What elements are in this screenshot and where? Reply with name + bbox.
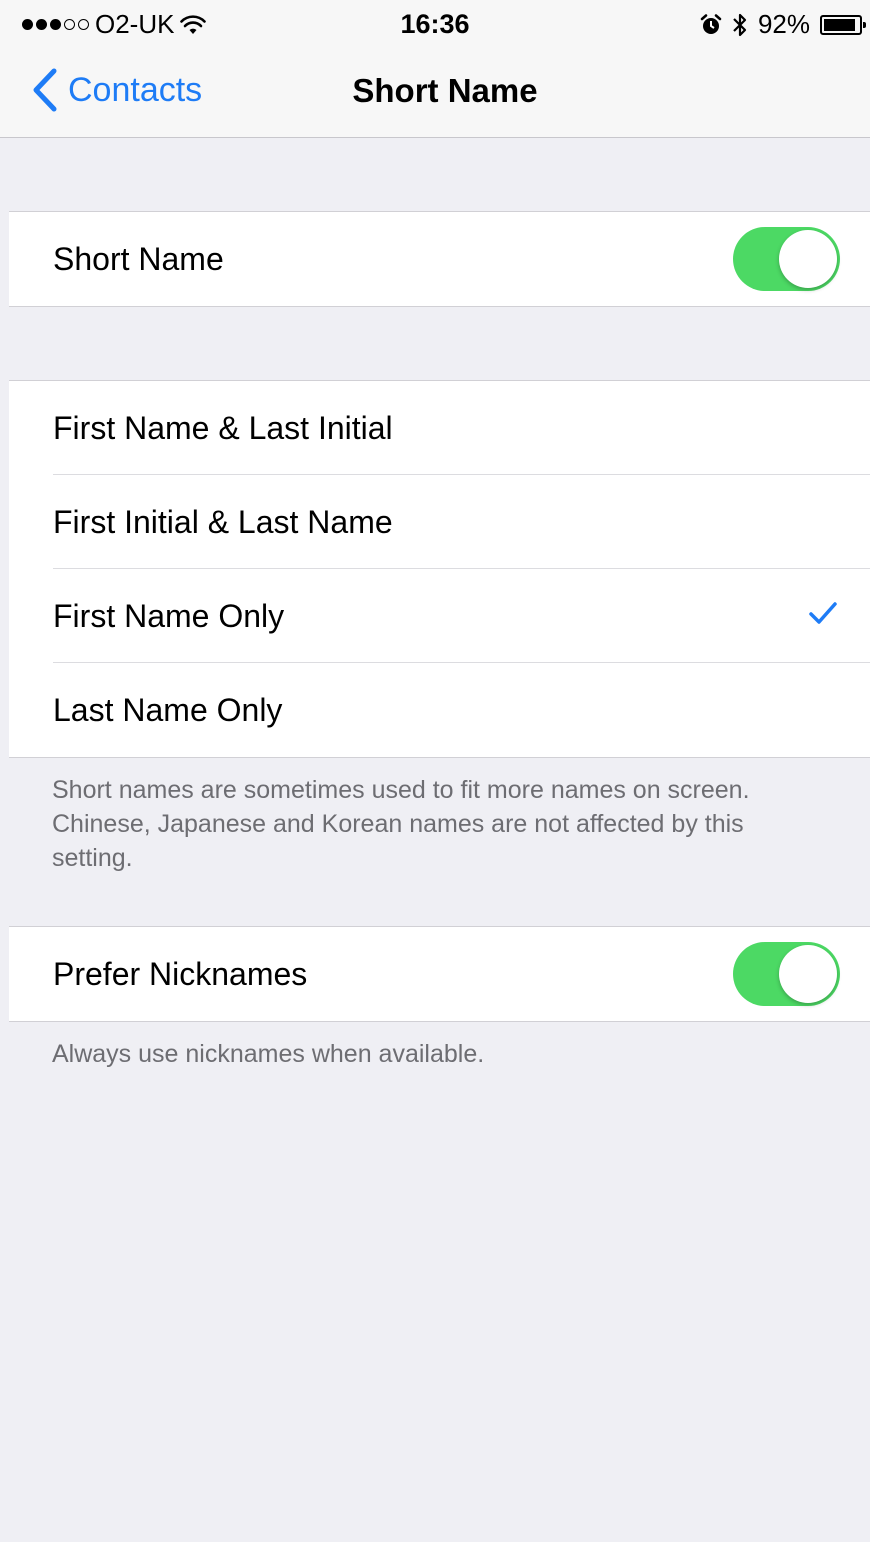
format-option[interactable]: First Name & Last Initial: [9, 381, 870, 475]
prefer-nicknames-cell: Prefer Nicknames: [9, 927, 870, 1021]
page-title: Short Name: [352, 72, 538, 109]
short-name-cell: Short Name: [9, 212, 870, 306]
format-option[interactable]: Last Name Only: [9, 663, 870, 757]
toggle-knob: [779, 230, 837, 288]
format-option-label: First Name & Last Initial: [53, 409, 393, 446]
status-right: 92%: [700, 9, 866, 40]
nicknames-footer: Always use nicknames when available.: [52, 1040, 485, 1068]
short-name-footer: Short names are sometimes used to fit mo…: [52, 776, 750, 872]
prefer-nicknames-toggle[interactable]: [733, 942, 840, 1006]
short-name-toggle[interactable]: [733, 227, 840, 291]
battery-fill: [824, 18, 855, 31]
status-bar: O2-UK 16:36 92%: [0, 0, 870, 50]
format-option-selected[interactable]: First Name Only: [9, 569, 870, 663]
prefer-nicknames-label: Prefer Nicknames: [53, 955, 308, 992]
format-option-label: First Name Only: [53, 597, 285, 634]
battery-percent: 92%: [757, 9, 810, 39]
short-name-label: Short Name: [53, 240, 224, 277]
navigation-bar: Contacts Short Name: [0, 50, 870, 138]
toggle-knob: [779, 945, 837, 1003]
checkmark-icon: [809, 602, 837, 624]
alarm-icon: [700, 13, 722, 34]
format-option[interactable]: First Initial & Last Name: [9, 475, 870, 569]
format-option-label: First Initial & Last Name: [53, 503, 393, 540]
bluetooth-icon: [733, 13, 747, 36]
battery-icon: [820, 14, 866, 35]
short-name-group: Short Name: [9, 211, 870, 307]
nicknames-group: Prefer Nicknames: [9, 926, 870, 1022]
screen: O2-UK 16:36 92% Contacts Short Name Shor…: [0, 0, 870, 1542]
format-options-group: First Name & Last Initial First Initial …: [9, 380, 870, 758]
format-option-label: Last Name Only: [53, 691, 283, 728]
